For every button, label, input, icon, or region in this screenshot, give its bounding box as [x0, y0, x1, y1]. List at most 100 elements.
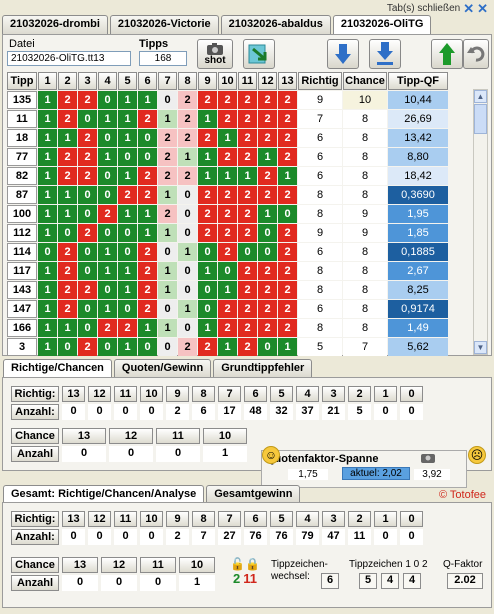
total-richtig-header[interactable]: 12	[88, 511, 111, 527]
tipp-cell[interactable]: 0	[238, 243, 257, 261]
tipp-cell[interactable]: 2	[278, 262, 297, 280]
tipp-cell[interactable]: 1	[258, 205, 277, 223]
grid-row[interactable]: 147 1 2 0 1 0 2 0 1 0 2 2 2 2 6 8 0,9174	[7, 300, 448, 318]
tipp-cell[interactable]: 2	[238, 148, 257, 166]
tipp-cell[interactable]: 1	[38, 338, 57, 356]
tipp-cell[interactable]: 2	[138, 186, 157, 204]
tipp-cell[interactable]: 2	[238, 300, 257, 318]
tipp-cell[interactable]: 1	[178, 148, 197, 166]
close-tabs[interactable]: Tab(s) schließen ✕ ✕	[387, 1, 488, 15]
tipp-cell[interactable]: 1	[218, 281, 237, 299]
tipp-cell[interactable]: 2	[178, 338, 197, 356]
tipp-cell[interactable]: 2	[78, 224, 97, 242]
tipp-cell[interactable]: 2	[278, 281, 297, 299]
tipp-cell[interactable]: 2	[58, 243, 77, 261]
tipp-cell[interactable]: 1	[158, 281, 177, 299]
tipp-cell[interactable]: 2	[258, 281, 277, 299]
tipp-cell[interactable]: 1	[38, 281, 57, 299]
tipp-cell[interactable]: 2	[258, 167, 277, 185]
tipp-cell[interactable]: 0	[198, 243, 217, 261]
grid-header-9[interactable]: 9	[198, 72, 217, 90]
tipp-cell[interactable]: 2	[238, 110, 257, 128]
tipp-cell[interactable]: 2	[278, 110, 297, 128]
tipp-cell[interactable]: 2	[198, 129, 217, 147]
tipp-cell[interactable]: 2	[278, 319, 297, 337]
tipp-number[interactable]: 135	[7, 91, 37, 109]
tipp-cell[interactable]: 0	[38, 243, 57, 261]
tipp-cell[interactable]: 1	[38, 262, 57, 280]
tipp-cell[interactable]: 1	[158, 186, 177, 204]
total-richtig-header[interactable]: 8	[192, 511, 215, 527]
tipp-cell[interactable]: 2	[58, 148, 77, 166]
richtig-count-header[interactable]: 6	[244, 386, 267, 402]
tipp-cell[interactable]: 2	[218, 224, 237, 242]
total-richtig-header[interactable]: 1	[374, 511, 397, 527]
tipp-number[interactable]: 147	[7, 300, 37, 318]
tipp-cell[interactable]: 1	[118, 91, 137, 109]
tipp-cell[interactable]: 1	[98, 243, 117, 261]
tipp-cell[interactable]: 1	[158, 224, 177, 242]
tipp-cell[interactable]: 0	[98, 281, 117, 299]
total-richtig-header[interactable]: 0	[400, 511, 423, 527]
tipp-cell[interactable]: 2	[238, 338, 257, 356]
tipp-cell[interactable]: 2	[78, 281, 97, 299]
tipp-cell[interactable]: 2	[238, 281, 257, 299]
tipp-cell[interactable]: 2	[238, 319, 257, 337]
tipp-number[interactable]: 87	[7, 186, 37, 204]
tipp-cell[interactable]: 0	[58, 224, 77, 242]
move-up-button[interactable]	[431, 39, 463, 69]
total-richtig-header[interactable]: 9	[166, 511, 189, 527]
tipp-number[interactable]: 3	[7, 338, 37, 356]
tipp-cell[interactable]: 2	[138, 281, 157, 299]
move-bottom-button[interactable]	[369, 39, 401, 69]
tipp-cell[interactable]: 2	[278, 148, 297, 166]
chance-count-header[interactable]: 13	[62, 428, 106, 444]
tipp-cell[interactable]: 2	[158, 167, 177, 185]
tipp-cell[interactable]: 1	[178, 243, 197, 261]
tipp-cell[interactable]: 0	[78, 110, 97, 128]
tipp-cell[interactable]: 0	[258, 243, 277, 261]
tipp-cell[interactable]: 2	[58, 91, 77, 109]
tipp-cell[interactable]: 1	[138, 319, 157, 337]
grid-header-4[interactable]: 4	[98, 72, 117, 90]
tipp-cell[interactable]: 1	[198, 167, 217, 185]
tipp-cell[interactable]: 1	[38, 205, 57, 223]
richtig-count-header[interactable]: 3	[322, 386, 345, 402]
tipp-cell[interactable]: 1	[218, 167, 237, 185]
tipp-cell[interactable]: 2	[78, 129, 97, 147]
tipp-cell[interactable]: 0	[178, 186, 197, 204]
richtig-count-header[interactable]: 7	[218, 386, 241, 402]
grid-header-5[interactable]: 5	[118, 72, 137, 90]
tipp-cell[interactable]: 2	[158, 148, 177, 166]
tipp-cell[interactable]: 1	[38, 300, 57, 318]
tipp-cell[interactable]: 2	[118, 319, 137, 337]
export-button[interactable]	[243, 39, 275, 69]
tipp-cell[interactable]: 2	[78, 91, 97, 109]
tipp-cell[interactable]: 2	[138, 262, 157, 280]
tipp-cell[interactable]: 1	[238, 167, 257, 185]
tipp-cell[interactable]: 2	[278, 243, 297, 261]
grid-header-1[interactable]: 1	[38, 72, 57, 90]
grid-row[interactable]: 100 1 1 0 2 1 1 2 0 2 2 2 1 0 8 9 1,95	[7, 205, 448, 223]
grid-header-2[interactable]: 2	[58, 72, 77, 90]
grid-header-15[interactable]: Chance	[343, 72, 387, 90]
tipp-cell[interactable]: 1	[258, 148, 277, 166]
tipp-cell[interactable]: 1	[138, 205, 157, 223]
tipp-cell[interactable]: 2	[218, 319, 237, 337]
total-chance-header[interactable]: 12	[101, 557, 137, 573]
tipp-cell[interactable]: 1	[118, 281, 137, 299]
richtig-count-header[interactable]: 4	[296, 386, 319, 402]
total-richtig-header[interactable]: 2	[348, 511, 371, 527]
tab-gesamtgewinn[interactable]: Gesamtgewinn	[206, 485, 301, 503]
richtig-count-header[interactable]: 10	[140, 386, 163, 402]
tipp-cell[interactable]: 2	[178, 91, 197, 109]
tipp-cell[interactable]: 2	[58, 281, 77, 299]
tipp-cell[interactable]: 2	[138, 110, 157, 128]
tipp-cell[interactable]: 2	[158, 205, 177, 223]
tab-grundtippfehler[interactable]: Grundtippfehler	[213, 359, 313, 377]
tipp-cell[interactable]: 2	[78, 338, 97, 356]
grid-header-7[interactable]: 7	[158, 72, 177, 90]
grid-scrollbar[interactable]: ▲ ▼	[473, 89, 488, 355]
undo-button[interactable]	[463, 39, 489, 69]
tipp-cell[interactable]: 2	[78, 167, 97, 185]
